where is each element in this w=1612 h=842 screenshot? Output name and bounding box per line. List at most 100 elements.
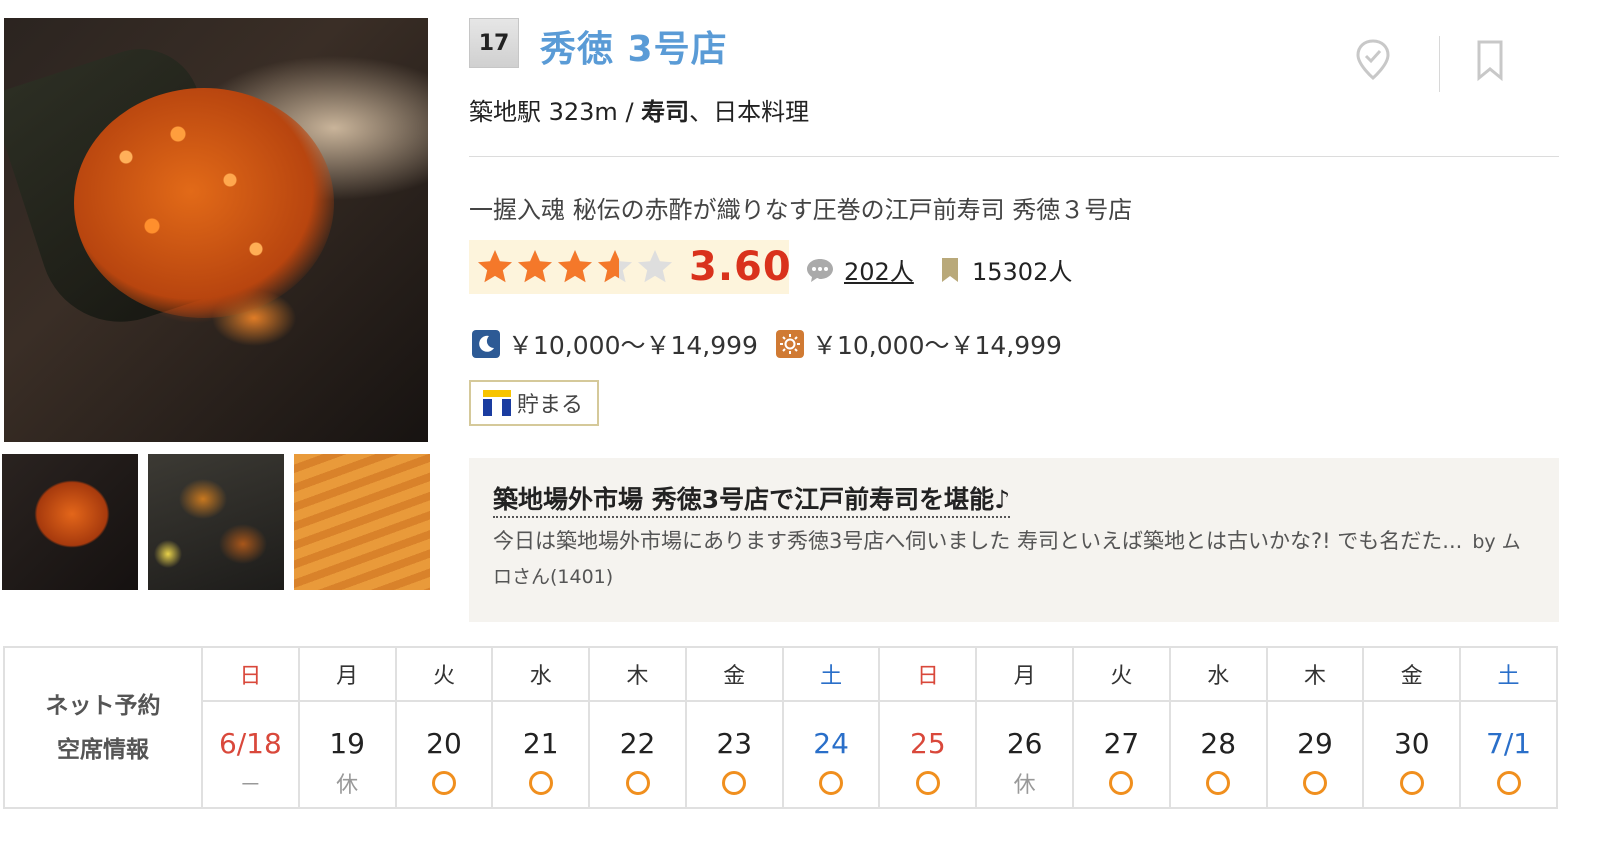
- availability-circle-icon[interactable]: [784, 760, 879, 807]
- availability-status: －: [239, 773, 262, 799]
- price-lunch: ￥10,000～￥14,999: [776, 326, 1062, 362]
- calendar-weekday: 金: [686, 648, 782, 703]
- calendar-date: 30: [1393, 726, 1430, 760]
- circle-icon: [1496, 771, 1521, 796]
- main-photo[interactable]: [4, 18, 428, 442]
- availability-circle-icon[interactable]: [1268, 760, 1363, 807]
- calendar-day[interactable]: 土 24: [783, 648, 881, 807]
- availability-status: 休: [336, 773, 359, 799]
- calendar-date: 6/18: [218, 726, 282, 760]
- circle-icon: [1399, 771, 1424, 796]
- icon-divider: [1439, 36, 1440, 92]
- calendar-date: 27: [1103, 726, 1140, 760]
- calendar-weekday: 火: [1074, 648, 1169, 703]
- genre-main: 寿司: [641, 98, 690, 126]
- bookmark-count-value: 15302人: [972, 258, 1073, 286]
- availability-circle-icon[interactable]: [1461, 760, 1556, 807]
- circle-icon: [1206, 771, 1231, 796]
- calendar-label-line2: 空席情報: [57, 736, 149, 763]
- calendar-weekday: 土: [783, 648, 879, 703]
- calendar-weekday: 土: [1461, 648, 1556, 703]
- calendar-day[interactable]: 火 20: [396, 648, 494, 807]
- calendar-day: 日 6/18 －: [203, 648, 300, 807]
- thumbnail-2[interactable]: [148, 454, 284, 590]
- price-dinner: ￥10,000～￥14,999: [472, 326, 758, 362]
- calendar-day[interactable]: 火 27: [1074, 648, 1171, 807]
- calendar-date: 26: [1006, 726, 1043, 760]
- rank-badge: 17: [469, 18, 519, 68]
- star-icon: [638, 250, 672, 283]
- availability-circle-icon[interactable]: [397, 760, 492, 807]
- calendar-date: 23: [716, 726, 753, 760]
- calendar-day[interactable]: 木 22: [590, 648, 687, 807]
- map-pin-check-icon: [1356, 39, 1390, 80]
- review-count[interactable]: 202人: [844, 252, 914, 287]
- tpoint-label: 貯まる: [517, 393, 584, 418]
- calendar-day[interactable]: 土 7/1: [1461, 648, 1556, 807]
- calendar-weekday: 水: [1170, 648, 1266, 703]
- circle-icon: [1109, 771, 1134, 796]
- moon-icon: [472, 330, 500, 358]
- star-icon: [598, 250, 632, 283]
- calendar-weekday: 木: [1267, 648, 1363, 703]
- review-count-link[interactable]: 202人: [806, 252, 914, 287]
- station-distance: 築地駅 323m /: [469, 98, 634, 126]
- calendar-day[interactable]: 金 23: [686, 648, 784, 807]
- bookmark-count: 15302人: [940, 252, 1072, 287]
- availability-circle-icon[interactable]: [493, 760, 588, 807]
- availability-circle-icon[interactable]: [590, 760, 685, 807]
- save-button[interactable]: [1470, 38, 1510, 82]
- calendar-label: ネット予約 空席情報: [5, 648, 203, 807]
- availability-circle-icon[interactable]: [880, 760, 975, 807]
- circle-icon: [722, 771, 747, 796]
- calendar-weekday: 水: [493, 648, 589, 703]
- calendar-date: 29: [1297, 726, 1333, 760]
- calendar-day[interactable]: 金 30: [1364, 648, 1462, 807]
- calendar-weekday: 金: [1364, 648, 1460, 703]
- price-dinner-value: ￥10,000～￥14,999: [508, 331, 758, 360]
- availability-circle-icon[interactable]: [1171, 760, 1266, 807]
- bookmark-small-icon: [942, 257, 958, 282]
- availability-circle-icon[interactable]: [1074, 760, 1169, 807]
- calendar-day[interactable]: 日 25: [880, 648, 978, 807]
- calendar-date: 22: [619, 726, 656, 760]
- review-title-link[interactable]: 築地場外市場 秀徳3号店で江戸前寿司を堪能♪: [493, 484, 1011, 518]
- circle-icon: [528, 771, 553, 796]
- availability-status: 休: [1013, 773, 1036, 799]
- availability-circle-icon[interactable]: [1364, 760, 1459, 807]
- calendar-label-line1: ネット予約: [45, 692, 161, 719]
- rating-value: 3.60: [689, 244, 792, 290]
- tpoint-badge: 貯まる: [469, 380, 599, 426]
- star-icon: [558, 250, 592, 283]
- calendar-day[interactable]: 木 29: [1267, 648, 1365, 807]
- circle-icon: [915, 771, 940, 796]
- thumbnail-3[interactable]: [294, 454, 430, 590]
- calendar-date: 7/1: [1486, 726, 1532, 760]
- genre-rest: 、日本料理: [689, 98, 810, 126]
- availability-circle-icon[interactable]: [687, 760, 782, 807]
- calendar-day[interactable]: 水 28: [1170, 648, 1268, 807]
- sun-icon: [776, 330, 804, 358]
- rating-box: 3.60: [469, 240, 792, 294]
- review-excerpt: 今日は築地場外市場にあります秀徳3号店へ伺いました 寿司といえば築地とは古いかな…: [493, 529, 1463, 553]
- calendar-date: 24: [813, 726, 849, 760]
- circle-icon: [431, 771, 456, 796]
- calendar-weekday: 火: [396, 648, 492, 703]
- calendar-day: 月 26 休: [977, 648, 1075, 807]
- thumbnail-1[interactable]: [2, 454, 138, 590]
- price-lunch-value: ￥10,000～￥14,999: [812, 331, 1062, 360]
- reservation-calendar: ネット予約 空席情報 日 6/18 － 月 19 休 火 20 水 21 木 22 金 23 土 24 日 25 月…: [3, 646, 1558, 809]
- visited-button[interactable]: [1353, 38, 1393, 82]
- rating-stars: [475, 247, 675, 287]
- circle-icon: [625, 771, 650, 796]
- circle-icon: [819, 771, 844, 796]
- calendar-weekday: 木: [590, 648, 685, 703]
- bookmark-icon: [1477, 40, 1503, 82]
- calendar-day[interactable]: 水 21: [493, 648, 591, 807]
- calendar-date: 20: [426, 726, 462, 760]
- calendar-date: 25: [910, 726, 946, 760]
- calendar-weekday: 日: [880, 648, 976, 703]
- star-icon: [518, 250, 552, 283]
- calendar-day: 月 19 休: [299, 648, 397, 807]
- shop-name-link[interactable]: 秀徳 3号店: [540, 20, 728, 72]
